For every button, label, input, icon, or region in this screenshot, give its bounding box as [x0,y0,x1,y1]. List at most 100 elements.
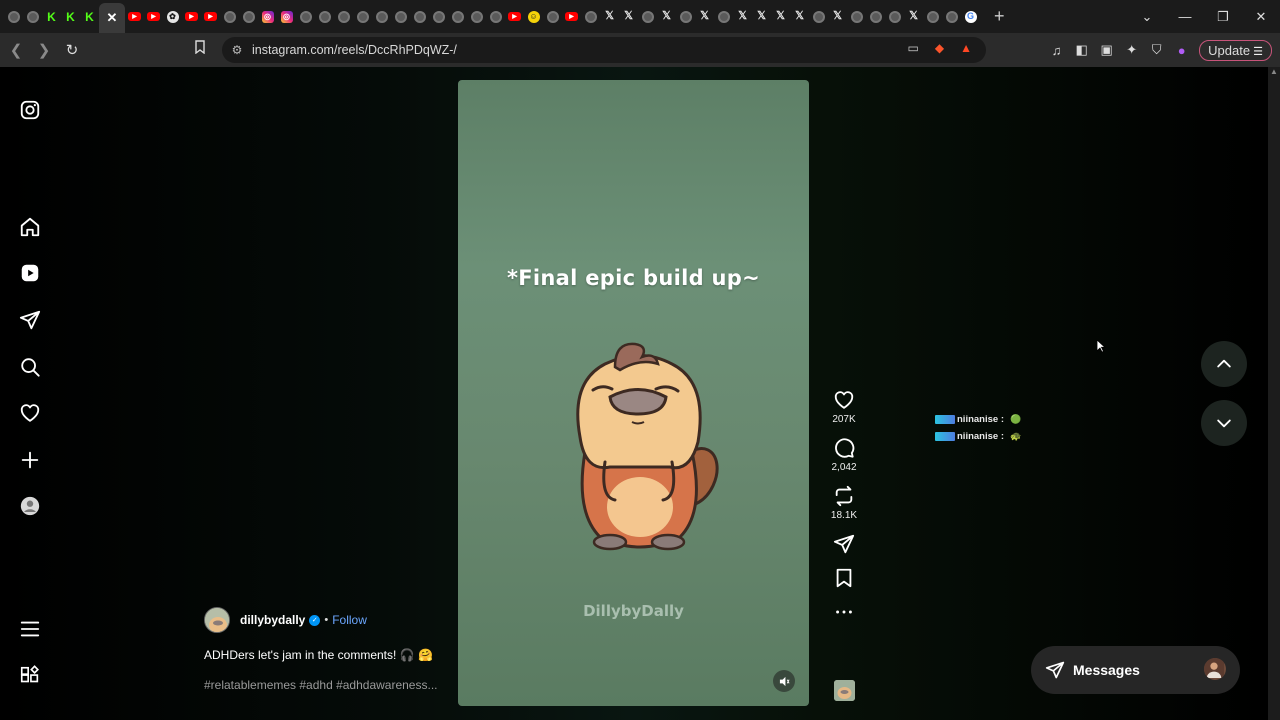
share-icon[interactable] [833,533,855,555]
more-menu-icon[interactable] [18,617,42,641]
like-action[interactable]: 207K [822,389,866,425]
browser-tab[interactable] [334,4,353,30]
browser-tab[interactable] [866,4,885,30]
reload-button[interactable]: ↻ [60,41,84,59]
browser-tab[interactable] [220,4,239,30]
brave-rewards-icon[interactable]: ▲ [960,41,972,55]
next-reel-button[interactable] [1201,400,1247,446]
author-name[interactable]: dillybydally [240,613,305,627]
browser-tab[interactable]: G [961,4,980,30]
browser-tab[interactable]: 𝕏 [752,4,771,30]
share-action[interactable] [822,533,866,555]
browser-tab[interactable] [847,4,866,30]
back-button[interactable]: ❮ [4,41,28,59]
new-tab-button[interactable]: + [994,6,1005,27]
brave-shields-icon[interactable]: ◆ [935,41,944,55]
profile-icon[interactable] [18,494,42,518]
restore-button[interactable]: ❐ [1204,9,1242,25]
close-window-button[interactable]: ✕ [1242,9,1280,25]
browser-tab[interactable]: 𝕏 [600,4,619,30]
browser-tab[interactable]: ▶ [144,4,163,30]
media-icon[interactable]: ♫ [1049,43,1064,58]
follow-button[interactable]: Follow [332,613,367,627]
browser-tab[interactable] [942,4,961,30]
instagram-logo-icon[interactable] [18,98,42,122]
browser-tab[interactable]: 𝕏 [619,4,638,30]
browser-tab[interactable] [809,4,828,30]
browser-tab[interactable] [543,4,562,30]
repost-icon[interactable] [833,485,855,507]
browser-tab[interactable] [23,4,42,30]
direct-icon[interactable] [18,308,42,332]
comment-action[interactable]: 2,042 [822,437,866,473]
browser-tab[interactable]: 𝕏 [771,4,790,30]
browser-tab[interactable] [581,4,600,30]
minimize-button[interactable]: — [1166,9,1204,24]
reel-video[interactable]: *Final epic build up~ DillybyDally [458,80,809,706]
messages-button[interactable]: Messages [1031,646,1240,694]
audio-thumbnail[interactable] [834,680,855,701]
browser-tab[interactable]: ▶ [505,4,524,30]
repost-action[interactable]: 18.1K [822,485,866,521]
browser-tab[interactable] [885,4,904,30]
browser-tab[interactable]: ✿ [163,4,182,30]
browser-tab[interactable] [315,4,334,30]
browser-tab[interactable] [391,4,410,30]
browser-tab[interactable] [410,4,429,30]
browser-tab[interactable]: 𝕏 [828,4,847,30]
more-options-action[interactable] [822,601,866,623]
browser-tab[interactable]: ▶ [125,4,144,30]
leo-ai-icon[interactable]: ✦ [1124,42,1139,58]
url-text[interactable]: instagram.com/reels/DccRhPDqWZ-/ [252,43,457,57]
browser-tab[interactable] [353,4,372,30]
browser-tab[interactable]: 𝕏 [733,4,752,30]
browser-tab[interactable] [486,4,505,30]
notifications-icon[interactable] [18,401,42,425]
close-tab-icon[interactable]: ✕ [107,10,118,26]
browser-tab[interactable]: ◎ [277,4,296,30]
site-settings-icon[interactable]: ⚙ [222,43,252,57]
browser-tab[interactable]: K [80,4,99,30]
browser-tab[interactable] [448,4,467,30]
author-avatar[interactable] [204,607,230,633]
reel-hashtags[interactable]: #relatablememes #adhd #adhdawareness... [204,678,437,692]
sidebar-toggle-icon[interactable]: ◧ [1074,42,1089,58]
browser-tab[interactable] [296,4,315,30]
browser-tab[interactable] [239,4,258,30]
wallet-icon[interactable]: ▣ [1099,42,1114,58]
browser-tab[interactable]: 𝕏 [904,4,923,30]
browser-tab[interactable] [638,4,657,30]
reels-icon[interactable] [18,261,42,285]
browser-tab[interactable]: K [42,4,61,30]
cast-icon[interactable]: ▭ [908,41,919,55]
browser-tab[interactable]: ▶ [201,4,220,30]
active-tab[interactable]: ✕ [99,3,125,33]
browser-tab[interactable]: 𝕏 [657,4,676,30]
browser-tab[interactable] [467,4,486,30]
page-scrollbar[interactable]: ▲ [1268,67,1280,720]
more-dots-icon[interactable] [833,601,855,623]
browser-tab[interactable] [429,4,448,30]
browser-tab[interactable]: ▶ [562,4,581,30]
browser-tab[interactable]: ▶ [182,4,201,30]
browser-tab[interactable] [714,4,733,30]
mute-toggle[interactable] [773,670,795,692]
home-icon[interactable] [18,215,42,239]
scroll-up-arrow-icon[interactable]: ▲ [1268,67,1280,76]
address-bar[interactable]: ⚙ instagram.com/reels/DccRhPDqWZ-/ ▭ ◆ ▲ [222,37,986,63]
bookmark-save-icon[interactable] [833,567,855,589]
browser-tab[interactable]: K [61,4,80,30]
bookmark-icon[interactable] [194,40,206,57]
apps-icon[interactable] [18,664,42,688]
comment-icon[interactable] [833,437,855,459]
browser-tab[interactable]: ◎ [258,4,277,30]
browser-tab[interactable]: ☺ [524,4,543,30]
tab-search-icon[interactable]: ⌄ [1128,9,1166,25]
browser-tab[interactable] [923,4,942,30]
search-icon[interactable] [18,355,42,379]
browser-tab[interactable]: 𝕏 [695,4,714,30]
create-icon[interactable] [18,448,42,472]
browser-tab[interactable] [4,4,23,30]
save-action[interactable] [822,567,866,589]
heart-icon[interactable] [833,389,855,411]
